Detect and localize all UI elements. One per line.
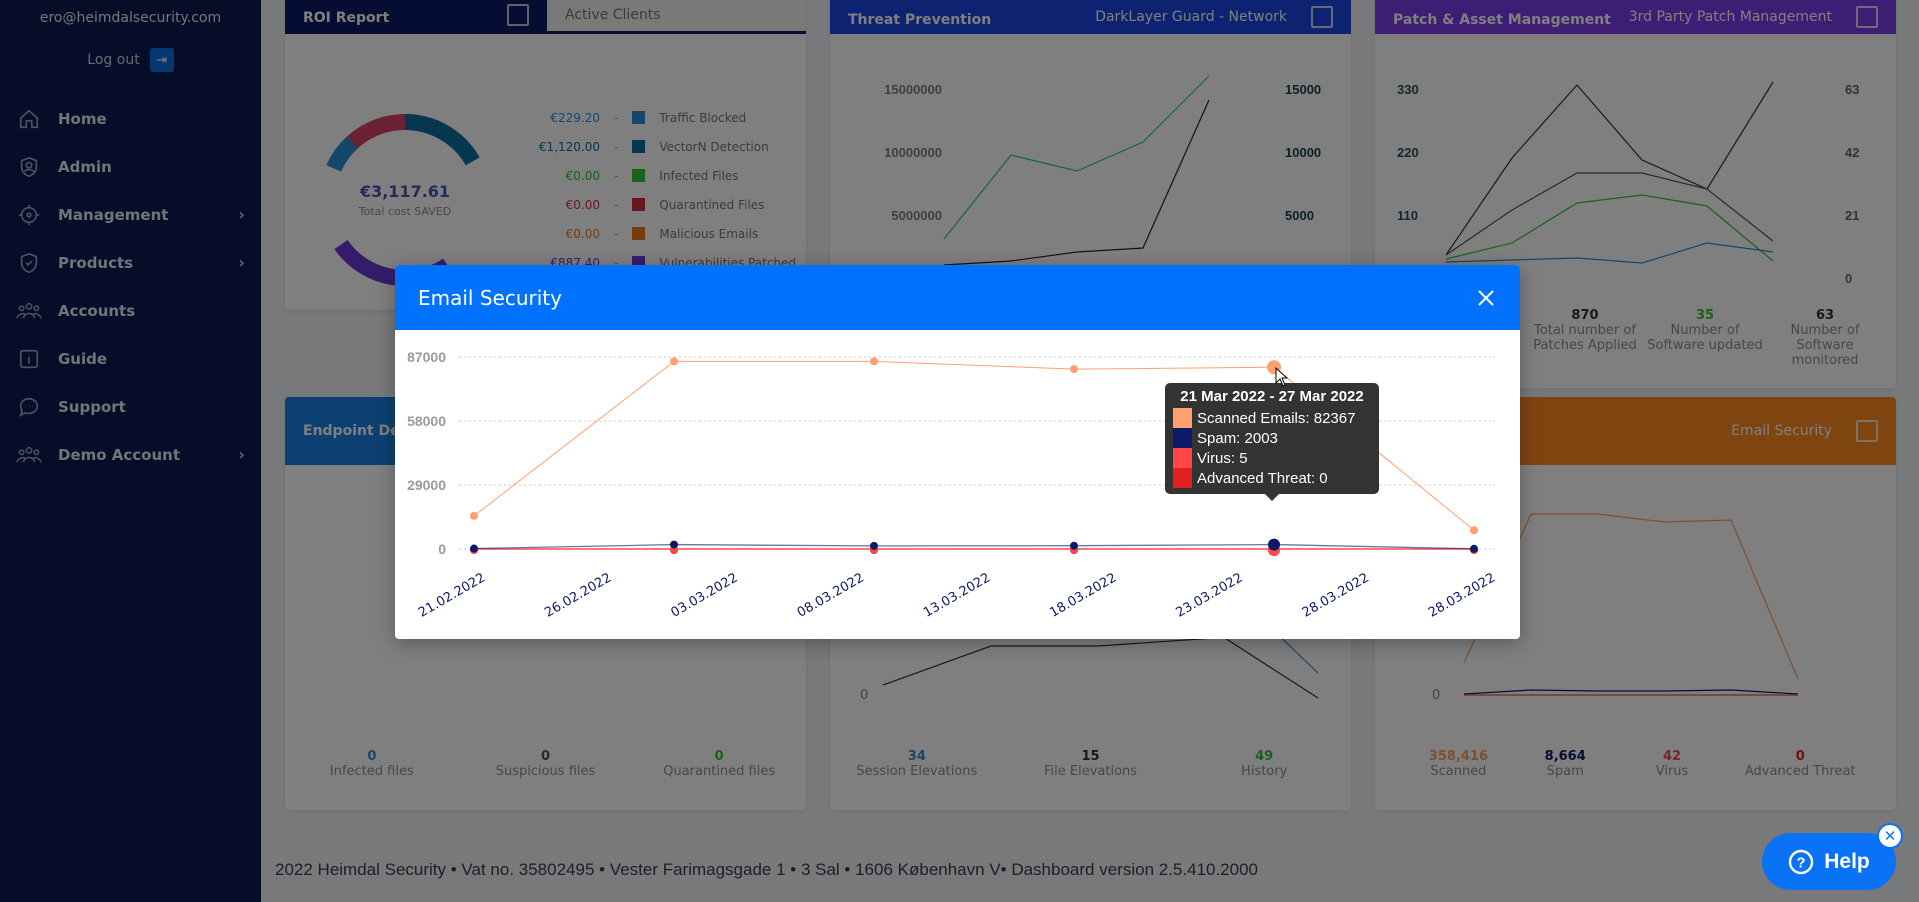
data-point — [470, 544, 478, 553]
help-button[interactable]: ? Help — [1762, 833, 1896, 890]
y-tick-label: 58000 — [407, 413, 446, 429]
data-point — [470, 511, 478, 520]
x-tick-label: 28.03.2022 — [1300, 570, 1372, 620]
tooltip-title: 21 Mar 2022 - 27 Mar 2022 — [1180, 388, 1364, 405]
chart-tooltip: 21 Mar 2022 - 27 Mar 2022 Scanned Emails… — [1165, 383, 1379, 501]
x-tick-label: 28.03.2022 — [1426, 570, 1498, 620]
data-point — [870, 357, 878, 366]
data-point — [670, 357, 678, 366]
close-icon[interactable] — [1474, 286, 1498, 310]
tooltip-swatch — [1173, 408, 1192, 428]
data-point — [1070, 365, 1078, 374]
tooltip-swatch — [1173, 448, 1192, 468]
data-point — [1268, 538, 1280, 551]
svg-text:?: ? — [1797, 854, 1806, 871]
data-point — [670, 540, 678, 549]
data-point — [870, 541, 878, 550]
help-close-icon[interactable]: ✕ — [1877, 823, 1903, 849]
x-tick-label: 18.03.2022 — [1047, 570, 1119, 620]
data-point — [1470, 544, 1478, 553]
mouse-cursor-icon — [1275, 367, 1289, 387]
x-tick-label: 03.03.2022 — [669, 570, 741, 620]
y-tick-label: 0 — [438, 541, 446, 557]
tooltip-row: Advanced Threat: 0 — [1173, 468, 1371, 488]
help-label: Help — [1824, 849, 1870, 873]
x-tick-label: 13.03.2022 — [921, 570, 993, 620]
modal-header: Email Security — [395, 265, 1520, 330]
tooltip-row: Spam: 2003 — [1173, 428, 1371, 448]
data-point — [1470, 526, 1478, 535]
tooltip-swatch — [1173, 428, 1192, 448]
y-tick-label: 29000 — [407, 477, 446, 493]
x-tick-label: 23.03.2022 — [1174, 570, 1246, 620]
x-tick-label: 21.02.2022 — [416, 570, 488, 620]
question-icon: ? — [1789, 849, 1814, 874]
y-tick-label: 87000 — [407, 349, 446, 365]
tooltip-swatch — [1173, 468, 1192, 488]
x-tick-label: 08.03.2022 — [795, 570, 867, 620]
modal-title: Email Security — [418, 285, 562, 310]
series-line-spam — [473, 543, 1475, 550]
x-tick-label: 26.02.2022 — [542, 570, 614, 620]
tooltip-row: Virus: 5 — [1173, 448, 1371, 468]
data-point — [1070, 541, 1078, 550]
tooltip-row: Scanned Emails: 82367 — [1173, 408, 1371, 428]
